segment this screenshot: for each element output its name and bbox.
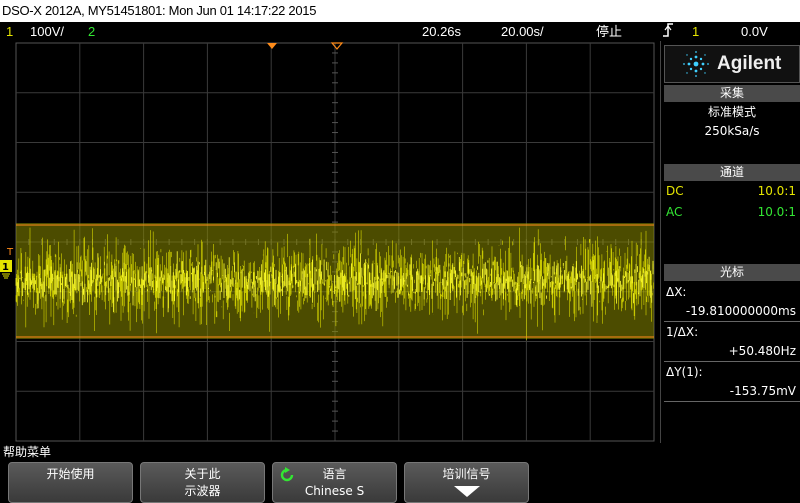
ground-icon [2,273,10,279]
status-bar: 1 100V/ 2 20.26s 20.00s/ 停止 1 0.0V [0,22,800,41]
rotate-knob-icon [280,467,294,482]
info-panel: Agilent 采集 标准模式 250kSa/s 通道 DC 10.0:1 AC… [660,41,800,443]
trigger-edge-icon [662,22,674,43]
help-menu-label: 帮助菜单 [3,445,52,459]
softkey-about-scope[interactable]: 关于此 示波器 [140,462,265,503]
ch1-scale[interactable]: 100V/ [30,22,64,41]
agilent-spark-icon [683,51,709,77]
trigger-level[interactable]: 0.0V [741,22,768,41]
waveform-display[interactable]: T1 [0,41,660,443]
divider [664,401,800,402]
brand-name: Agilent [717,53,782,74]
ch2-coupling: AC [666,205,683,219]
run-state[interactable]: 停止 [596,22,622,41]
acquire-rate: 250kSa/s [704,124,760,138]
softkey-getting-started[interactable]: 开始使用 [8,462,133,503]
trigger-position-marker [330,42,344,50]
acquire-mode: 标准模式 [707,105,756,119]
cursors-header: 光标 [664,264,800,281]
softkey-bar: 开始使用 关于此 示波器 语言 Chinese S 培训信号 [0,462,800,503]
trigger-level-marker: T [6,247,14,258]
graticule: T1 [0,42,655,442]
ch1-coupling: DC [666,184,684,198]
down-arrow-icon [453,486,480,497]
ch1-probe: 10.0:1 [757,184,796,198]
window-title: DSO-X 2012A, MY51451801: Mon Jun 01 14:1… [0,0,800,22]
brand-logo: Agilent [664,45,800,83]
ch1-number[interactable]: 1 [6,22,13,41]
time-delay[interactable]: 20.26s [422,22,461,41]
trigger-source[interactable]: 1 [692,22,699,41]
ch2-number[interactable]: 2 [88,22,95,41]
softkey-training-signals[interactable]: 培训信号 [404,462,529,503]
ch2-probe: 10.0:1 [757,205,796,219]
softkey-language[interactable]: 语言 Chinese S [272,462,397,503]
divider [664,361,800,362]
acquire-header: 采集 [664,85,800,102]
channels-header: 通道 [664,164,800,181]
ch1-ground-marker: 1 [2,262,9,273]
time-reference-marker [267,43,277,49]
divider [664,321,800,322]
time-scale[interactable]: 20.00s/ [501,22,544,41]
